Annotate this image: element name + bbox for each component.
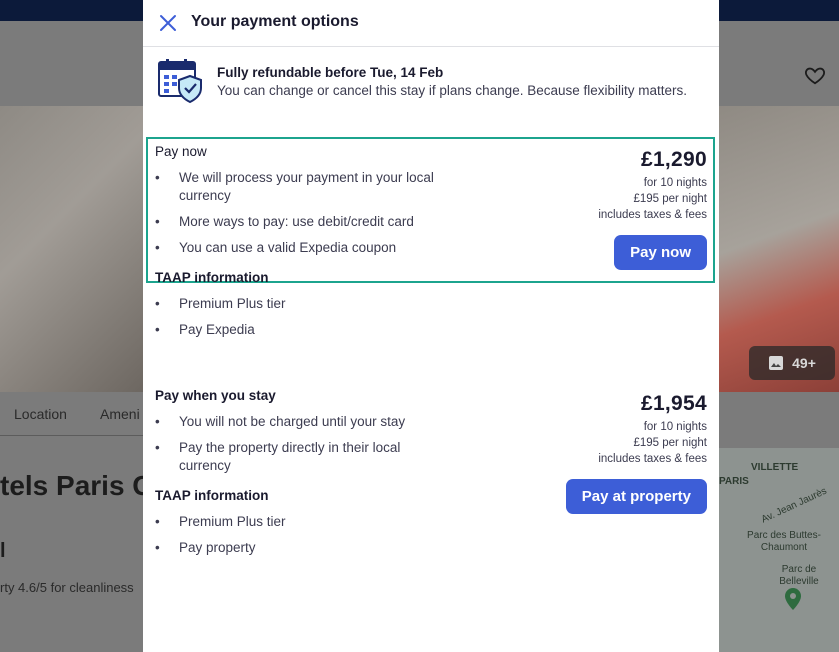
bullet-dot: • <box>155 170 160 185</box>
bullet-dot: • <box>155 240 160 255</box>
pay-now-bullet: • More ways to pay: use debit/credit car… <box>155 213 445 231</box>
map-preview: VILLETTE PARIS Av. Jean Jaurès Parc des … <box>719 448 839 652</box>
pay-later-nights: for 10 nights <box>643 421 707 433</box>
bullet-dot: • <box>155 440 160 455</box>
bullet-text: You can use a valid Expedia coupon <box>179 240 397 255</box>
refund-banner: Fully refundable before Tue, 14 Feb You … <box>157 58 707 106</box>
pay-later-heading: Pay when you stay <box>155 388 276 403</box>
close-icon[interactable] <box>157 12 179 34</box>
calendar-shield-icon <box>158 59 202 104</box>
bullet-dot: • <box>155 514 160 529</box>
heart-icon <box>805 67 825 85</box>
pay-now-heading: Pay now <box>155 144 207 159</box>
bullet-text: Pay Expedia <box>179 322 255 337</box>
tab-location: Location <box>14 406 67 422</box>
pay-later-price: £1,954 <box>640 392 707 415</box>
map-label-belleville: Parc de Belleville <box>779 564 819 587</box>
hotel-rating: rty 4.6/5 for cleanliness <box>0 580 134 595</box>
bullet-dot: • <box>155 296 160 311</box>
hotel-subtitle: l <box>0 540 6 562</box>
bullet-dot: • <box>155 414 160 429</box>
bullet-text: We will process your payment in your loc… <box>179 170 434 203</box>
map-label-buttes-chaumont: Parc des Buttes-Chaumont <box>747 530 821 553</box>
bullet-text: Premium Plus tier <box>179 514 286 529</box>
bullet-text: Premium Plus tier <box>179 296 286 311</box>
pay-later-taap-bullet: • Pay property <box>155 539 445 557</box>
pay-now-price: £1,290 <box>640 148 707 171</box>
map-label-avenue: Av. Jean Jaurès <box>759 485 829 526</box>
bullet-text: Pay property <box>179 540 256 555</box>
modal-header: Your payment options <box>143 0 719 47</box>
map-pin-icon <box>785 588 801 610</box>
photo-gallery-button: 49+ <box>749 346 835 380</box>
pay-later-taap-heading: TAAP information <box>155 488 269 503</box>
bullet-text: Pay the property directly in their local… <box>179 440 401 473</box>
pay-now-taap-heading: TAAP information <box>155 270 269 285</box>
tabs-divider <box>0 435 143 436</box>
image-icon <box>769 356 784 370</box>
bullet-text: More ways to pay: use debit/credit card <box>179 214 414 229</box>
pay-later-taxes: includes taxes & fees <box>598 453 707 465</box>
bullet-dot: • <box>155 322 160 337</box>
pay-now-taap-bullet: • Pay Expedia <box>155 321 445 339</box>
tab-amenities: Ameni <box>100 406 140 422</box>
payment-options-modal: Your payment options Fully refundable be… <box>143 0 719 652</box>
pay-now-price-block: £1,290 for 10 nights £195 per night incl… <box>598 148 707 223</box>
map-label-villette: VILLETTE <box>751 462 799 473</box>
photo-count: 49+ <box>792 355 816 371</box>
hotel-photo-main <box>0 106 143 392</box>
pay-now-taxes: includes taxes & fees <box>598 209 707 221</box>
pay-now-button[interactable]: Pay now <box>614 235 707 270</box>
pay-now-per-night: £195 per night <box>633 193 707 205</box>
pay-now-bullet: • You can use a valid Expedia coupon <box>155 239 445 257</box>
pay-later-per-night: £195 per night <box>633 437 707 449</box>
pay-later-bullet: • Pay the property directly in their loc… <box>155 439 445 475</box>
pay-at-property-button[interactable]: Pay at property <box>565 479 707 514</box>
pay-now-nights: for 10 nights <box>643 177 707 189</box>
pay-later-price-block: £1,954 for 10 nights £195 per night incl… <box>598 392 707 467</box>
bullet-text: You will not be charged until your stay <box>179 414 406 429</box>
pay-later-taap-bullet: • Premium Plus tier <box>155 513 445 531</box>
modal-title: Your payment options <box>191 13 359 30</box>
pay-now-bullet: • We will process your payment in your l… <box>155 169 445 205</box>
bullet-dot: • <box>155 540 160 555</box>
bullet-dot: • <box>155 214 160 229</box>
pay-later-bullet: • You will not be charged until your sta… <box>155 413 445 431</box>
pay-now-taap-bullet: • Premium Plus tier <box>155 295 445 313</box>
map-label-paris: PARIS <box>719 476 749 487</box>
refund-title: Fully refundable before Tue, 14 Feb <box>217 65 444 80</box>
refund-description: You can change or cancel this stay if pl… <box>217 83 688 98</box>
hotel-title: tels Paris G <box>0 470 143 501</box>
